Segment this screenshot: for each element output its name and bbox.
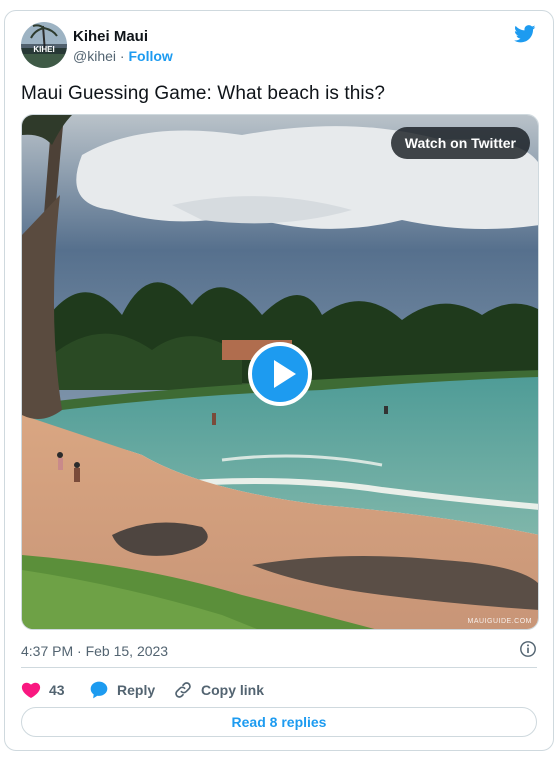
handle-row: @kihei · Follow [73,48,173,64]
copy-link-label: Copy link [201,682,265,698]
video-media[interactable]: Watch on Twitter MAUIGUIDE.COM [21,114,539,630]
avatar-text: KIHEI [33,45,54,54]
heart-icon [21,682,41,698]
reply-label: Reply [117,682,156,698]
play-icon[interactable] [248,342,312,406]
handle[interactable]: @kihei [73,48,116,64]
watermark: MAUIGUIDE.COM [467,618,532,625]
separator: · [116,48,129,64]
display-name[interactable]: Kihei Maui [73,28,148,45]
avatar[interactable]: KIHEI [21,22,67,68]
read-replies-button[interactable]: Read 8 replies [21,707,537,737]
watch-on-twitter-button[interactable]: Watch on Twitter [390,127,530,159]
follow-button[interactable]: Follow [128,48,172,64]
like-count: 43 [49,682,65,698]
timestamp[interactable]: 4:37 PM · Feb 15, 2023 [21,643,168,659]
like-button[interactable]: 43 [21,679,65,701]
embedded-tweet-card: KIHEI Kihei Maui @kihei · Follow Maui Gu… [4,10,554,751]
link-icon [175,682,191,698]
reply-bubble-icon [90,681,108,699]
copy-link-button[interactable]: Copy link [173,679,264,701]
divider [21,667,537,668]
reply-button[interactable]: Reply [89,679,155,701]
tweet-text: Maui Guessing Game: What beach is this? [21,83,386,104]
twitter-bird-icon[interactable] [514,25,536,43]
info-icon[interactable] [519,640,537,658]
